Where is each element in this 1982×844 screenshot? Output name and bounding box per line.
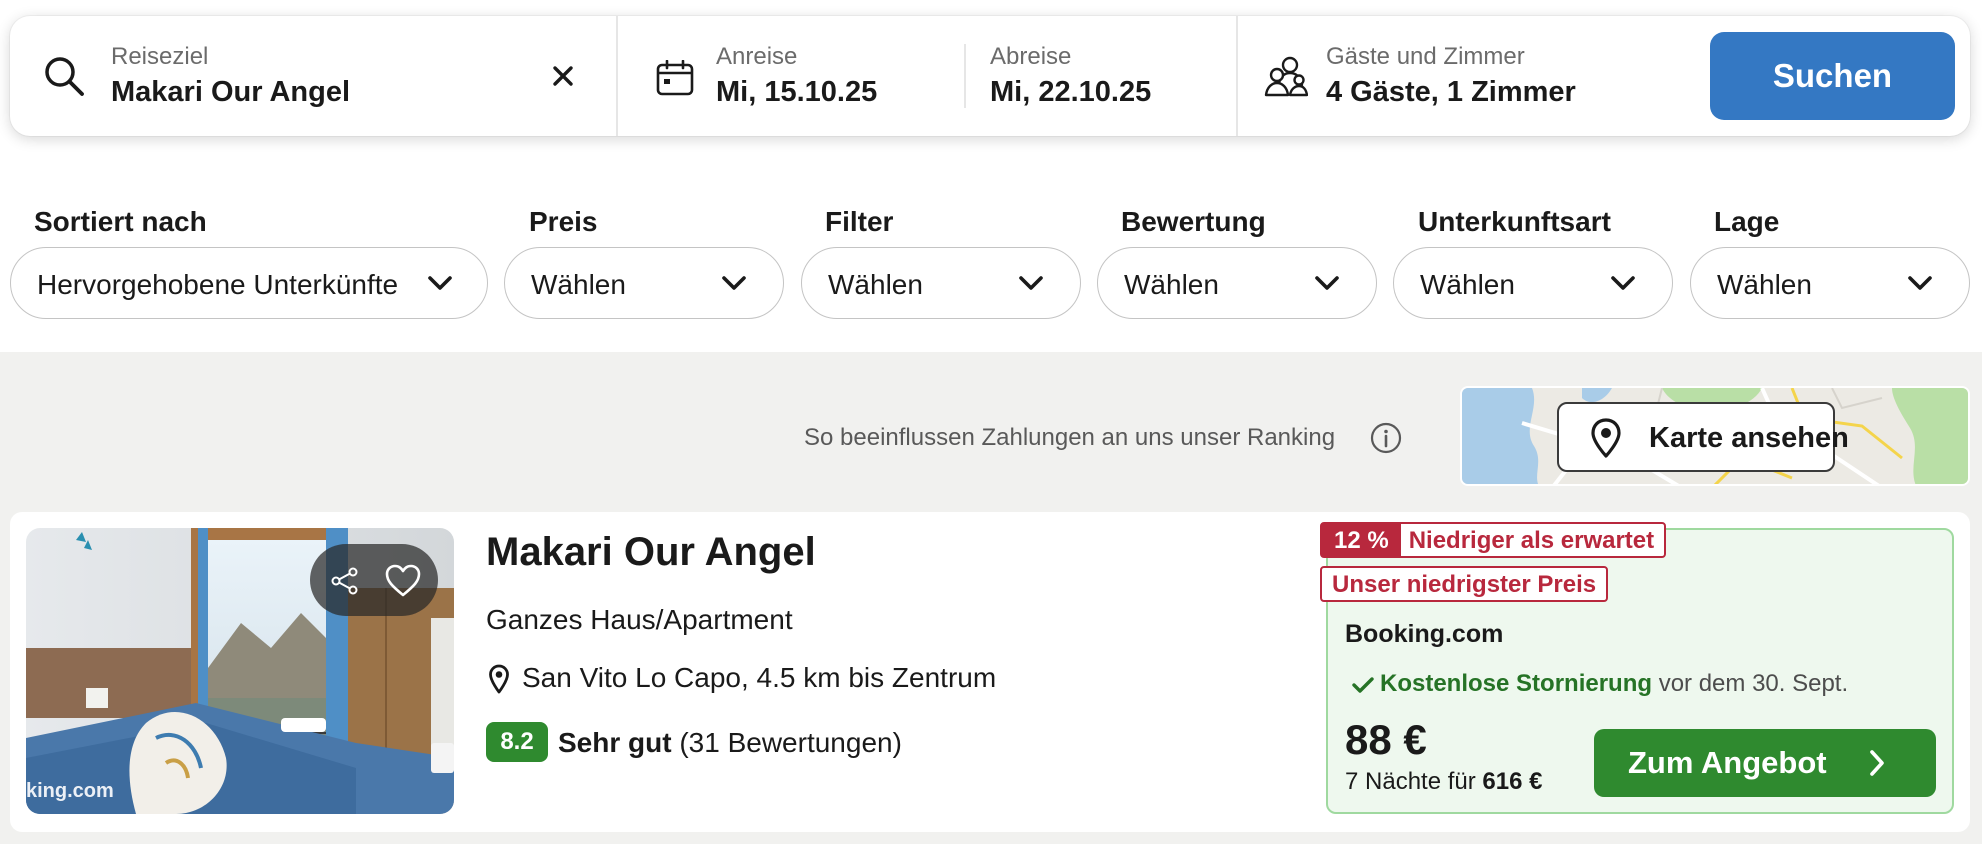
location-pin-icon: [489, 664, 509, 694]
total-price: 7 Nächte für 616 €: [1345, 768, 1542, 796]
review-score-badge: 8.2: [486, 722, 548, 762]
discount-text: Niedriger als erwartet: [1408, 527, 1655, 554]
property-title[interactable]: Makari Our Angel: [486, 530, 816, 575]
ranking-note[interactable]: So beeinflussen Zahlungen an uns unser R…: [804, 424, 1335, 452]
rating-select-value: Wählen: [1124, 269, 1219, 300]
checkout-value[interactable]: Mi, 22.10.25: [990, 76, 1151, 109]
chevron-down-icon: [1611, 276, 1635, 290]
view-map-button[interactable]: Karte ansehen: [1557, 402, 1849, 472]
search-bar: Reiseziel Makari Our Angel Anreise Mi, 1…: [10, 16, 1970, 136]
destination-field[interactable]: Reiseziel Makari Our Angel: [10, 16, 618, 136]
offer-provider: Booking.com: [1345, 620, 1504, 648]
rating-select[interactable]: Wählen: [1097, 247, 1377, 319]
share-icon[interactable]: [330, 566, 360, 596]
total-prefix: 7 Nächte für: [1345, 768, 1476, 795]
guests-label: Gäste und Zimmer: [1326, 43, 1525, 70]
filter-label-filter: Filter: [825, 206, 894, 237]
chevron-down-icon: [722, 276, 746, 290]
calendar-icon: [656, 60, 694, 96]
filter-label-rating: Bewertung: [1121, 206, 1266, 237]
checkin-value[interactable]: Mi, 15.10.25: [716, 76, 877, 109]
review-count: (31 Bewertungen): [679, 727, 902, 758]
property-type: Ganzes Haus/Apartment: [486, 604, 793, 635]
review-summary[interactable]: Sehr gut (31 Bewertungen): [558, 727, 902, 759]
photo-actions: [310, 544, 438, 616]
chevron-down-icon: [428, 276, 452, 290]
lowest-price-badge: Unser niedrigster Preis: [1320, 566, 1609, 602]
sort-select-value: Hervorgehobene Unterkünfte: [37, 269, 399, 300]
map-pin-icon: [1591, 418, 1621, 458]
discount-percent: 12 %: [1322, 524, 1401, 556]
location-select-value: Wählen: [1717, 269, 1812, 300]
filter-select[interactable]: Wählen: [801, 247, 1081, 319]
property-type-select-value: Wählen: [1420, 269, 1515, 300]
cancellation-deadline: vor dem 30. Sept.: [1658, 670, 1849, 697]
chevron-down-icon: [1019, 276, 1043, 290]
dates-field[interactable]: Anreise Mi, 15.10.25 Abreise Mi, 22.10.2…: [618, 16, 1246, 136]
checkin-label: Anreise: [716, 43, 798, 70]
total-value: 616 €: [1482, 768, 1543, 795]
clear-icon[interactable]: [552, 65, 574, 87]
filter-label-location: Lage: [1714, 206, 1780, 237]
discount-badge: 12 % Niedriger als erwartet: [1320, 522, 1667, 558]
photo-watermark: king.com: [26, 780, 114, 802]
price-select[interactable]: Wählen: [504, 247, 784, 319]
filter-label-sort: Sortiert nach: [34, 206, 207, 237]
guests-value[interactable]: 4 Gäste, 1 Zimmer: [1326, 76, 1576, 109]
filter-label-property-type: Unterkunftsart: [1418, 206, 1611, 237]
sort-select[interactable]: Hervorgehobene Unterkünfte: [10, 247, 488, 319]
review-score-label: Sehr gut: [558, 727, 672, 758]
location-select[interactable]: Wählen: [1690, 247, 1970, 319]
filter-label-price: Preis: [529, 206, 598, 237]
search-icon: [45, 57, 84, 96]
view-deal-label: Zum Angebot: [1628, 745, 1827, 780]
destination-value[interactable]: Makari Our Angel: [111, 76, 350, 109]
guests-icon: [1264, 56, 1308, 97]
chevron-down-icon: [1315, 276, 1339, 290]
view-deal-button[interactable]: Zum Angebot: [1594, 729, 1936, 797]
search-button[interactable]: Suchen: [1710, 32, 1955, 120]
filter-select-value: Wählen: [828, 269, 923, 300]
chevron-right-icon: [1870, 750, 1884, 776]
property-type-select[interactable]: Wählen: [1393, 247, 1673, 319]
checkout-label: Abreise: [990, 43, 1072, 70]
guests-field[interactable]: Gäste und Zimmer 4 Gäste, 1 Zimmer: [1238, 16, 1698, 136]
cancellation-info: Kostenlose Stornierung vor dem 30. Sept.: [1352, 670, 1848, 698]
property-location: San Vito Lo Capo, 4.5 km bis Zentrum: [522, 662, 997, 693]
nightly-price: 88 €: [1345, 716, 1427, 763]
check-icon: [1352, 677, 1374, 693]
view-map-label: Karte ansehen: [1649, 422, 1849, 454]
divider: [964, 44, 966, 108]
price-select-value: Wählen: [531, 269, 626, 300]
info-icon[interactable]: [1369, 421, 1403, 455]
chevron-down-icon: [1908, 276, 1932, 290]
destination-label: Reiseziel: [111, 43, 209, 70]
cancellation-bold: Kostenlose Stornierung: [1380, 670, 1653, 697]
heart-icon[interactable]: [384, 564, 422, 598]
